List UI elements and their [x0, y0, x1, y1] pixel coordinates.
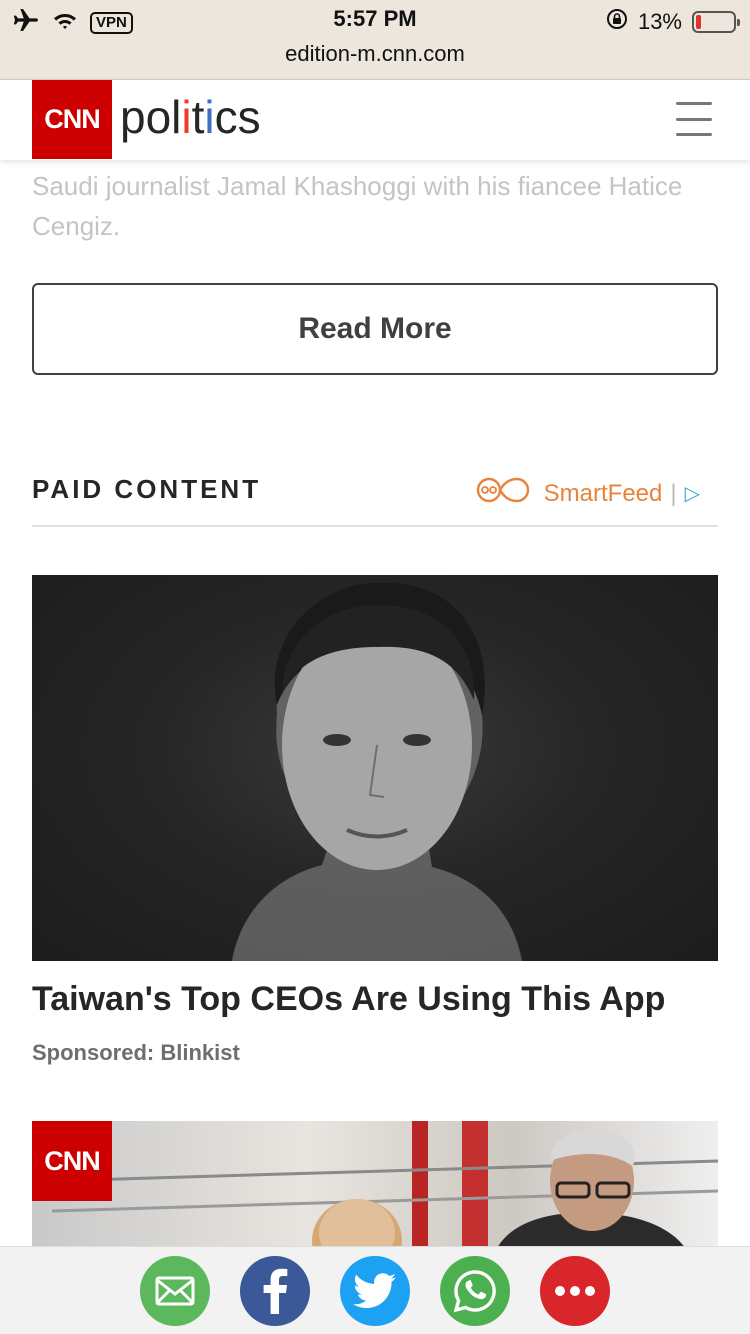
email-share-icon[interactable] — [140, 1255, 210, 1326]
adchoices-icon[interactable]: ▷ — [685, 481, 700, 506]
separator: | — [670, 479, 677, 507]
promo-sponsor[interactable]: Sponsored: Blinkist — [32, 1040, 240, 1066]
status-bar: VPN 5:57 PM edition-m.cnn.com 13% — [0, 0, 750, 80]
status-right: 13% — [606, 8, 740, 35]
section-divider — [32, 525, 718, 527]
cnn-logo[interactable]: CNN — [32, 80, 112, 159]
section-title-part: pol — [120, 91, 182, 143]
rotation-lock-icon — [606, 8, 628, 35]
battery-level — [696, 14, 701, 29]
promo-image-portrait[interactable] — [32, 575, 718, 961]
promo-image-news[interactable]: CNN — [32, 1121, 718, 1261]
smartfeed-logo-icon — [474, 476, 536, 511]
section-title-accent: i — [204, 91, 215, 143]
whatsapp-share-icon[interactable] — [440, 1255, 510, 1326]
section-title-accent: i — [181, 91, 192, 143]
battery-percent: 13% — [637, 8, 682, 34]
battery-icon — [692, 10, 740, 33]
site-header: CNN politics — [0, 80, 750, 160]
share-bar — [0, 1246, 750, 1334]
facebook-share-icon[interactable] — [240, 1255, 310, 1326]
image-caption: Saudi journalist Jamal Khashoggi with hi… — [32, 171, 683, 241]
hamburger-menu-icon[interactable] — [676, 102, 712, 136]
section-title[interactable]: politics — [120, 90, 261, 144]
section-title-part: cs — [214, 91, 261, 143]
smartfeed-attribution[interactable]: SmartFeed | ▷ — [474, 476, 700, 511]
paid-content-heading: PAID CONTENT — [32, 474, 262, 504]
twitter-share-icon[interactable] — [340, 1255, 410, 1326]
url-bar[interactable]: edition-m.cnn.com — [0, 41, 750, 67]
promo-title[interactable]: Taiwan's Top CEOs Are Using This App — [32, 978, 732, 1020]
section-title-part: t — [191, 91, 205, 143]
read-more-button[interactable]: Read More — [32, 283, 718, 375]
more-share-icon[interactable] — [540, 1255, 610, 1326]
cnn-logo-badge: CNN — [32, 1121, 112, 1201]
smartfeed-label: SmartFeed — [543, 479, 663, 507]
